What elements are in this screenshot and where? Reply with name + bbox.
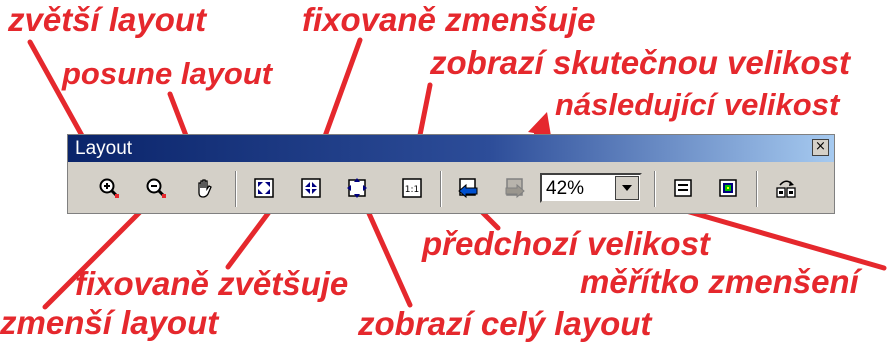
actual-size-icon: 1:1 [402, 178, 422, 198]
fixed-zoom-in-button[interactable] [251, 175, 277, 201]
close-button[interactable]: × [812, 139, 829, 156]
zoom-dropdown-button[interactable] [615, 176, 639, 200]
annotation-scale: měřítko zmenšení [580, 263, 859, 300]
annotation-actual-size: zobrazí skutečnou velikost [430, 44, 850, 81]
page-colored-button[interactable] [715, 175, 741, 201]
multi-page-refresh-icon [776, 180, 796, 198]
annotation-fixed-zoom-in: fixovaně zvětšuje [75, 265, 349, 302]
fixed-zoom-out-icon [301, 178, 321, 198]
next-arrow-head [528, 112, 551, 136]
zoom-in-button[interactable] [96, 175, 122, 201]
annotation-zoom-out: zmenší layout [0, 304, 219, 341]
zoom-out-icon [146, 178, 166, 198]
annotation-pan: posune layout [62, 56, 273, 91]
zoom-scale-select[interactable]: 42% [540, 173, 642, 203]
annotation-zoom-in: zvětší layout [8, 1, 207, 38]
line-fit-layout [360, 197, 413, 308]
fit-page-icon [347, 178, 367, 198]
toolbar-separator [235, 171, 237, 207]
zoom-scale-value: 42% [546, 178, 585, 199]
svg-text:1:1: 1:1 [405, 185, 419, 195]
actual-size-button[interactable]: 1:1 [399, 175, 425, 201]
page-button[interactable] [670, 175, 696, 201]
zoom-in-icon [99, 178, 119, 198]
page-colored-icon [719, 179, 737, 197]
toolbar-titlebar[interactable]: Layout × [68, 135, 834, 162]
toolbar-title: Layout [75, 138, 133, 159]
next-size-button[interactable] [502, 175, 528, 201]
annotation-next-size: následující velikost [555, 87, 840, 122]
next-view-icon [505, 178, 525, 199]
annotation-fixed-zoom-out: fixovaně zmenšuje [302, 1, 596, 38]
fixed-zoom-out-button[interactable] [298, 175, 324, 201]
multi-page-button[interactable] [773, 175, 799, 201]
layout-toolbar: Layout × 1:1 42% [67, 134, 835, 214]
annotation-fit-layout: zobrazí celý layout [358, 305, 652, 342]
pan-button[interactable] [192, 175, 218, 201]
previous-size-button[interactable] [455, 175, 481, 201]
annotation-previous-size: předchozí velikost [422, 225, 710, 262]
fixed-zoom-in-icon [254, 178, 274, 198]
toolbar-separator [756, 171, 758, 207]
zoom-out-button[interactable] [143, 175, 169, 201]
fit-layout-button[interactable] [344, 175, 370, 201]
previous-view-icon [458, 178, 478, 199]
toolbar-separator [654, 171, 656, 207]
pan-hand-icon [198, 179, 212, 198]
page-icon [674, 179, 692, 197]
toolbar-separator [440, 171, 442, 207]
chevron-down-icon [622, 185, 632, 191]
